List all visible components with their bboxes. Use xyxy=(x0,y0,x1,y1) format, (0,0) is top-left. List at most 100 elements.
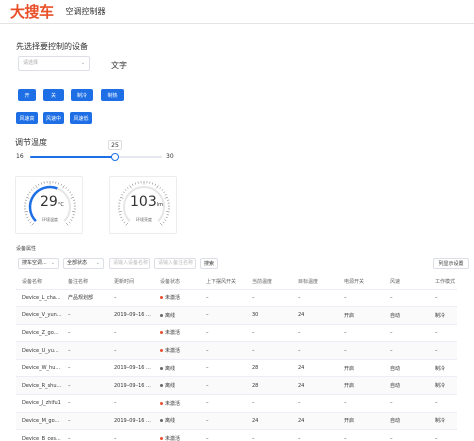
status-cell: 未激活 xyxy=(154,324,200,343)
status-text: 离线 xyxy=(165,365,176,372)
table-cell: – xyxy=(246,289,292,308)
wind-mid-button[interactable]: 风速中 xyxy=(43,112,64,124)
table-row[interactable]: Device_V_yun... –2019–09–16 ... 离线 –30 24 开启自… xyxy=(16,306,457,325)
column-header: 风速 xyxy=(384,275,429,290)
slider-min-label: 16 xyxy=(16,153,24,160)
gauge-tick xyxy=(58,182,60,185)
table-row[interactable]: Device_U_yu... – – 未激活 – – – – – – xyxy=(16,341,457,360)
table-cell: 制冷 xyxy=(429,376,457,396)
table-cell: – xyxy=(62,359,108,378)
status-cell: 未激活 xyxy=(154,394,200,413)
table-cell: Device_U_yu... xyxy=(16,341,62,360)
status-dot-icon xyxy=(160,401,163,405)
gauge-tick xyxy=(25,196,30,199)
gauge-tick xyxy=(31,222,35,226)
gauge-tick xyxy=(124,189,127,191)
device-name-input[interactable]: 请输入设备名称 xyxy=(109,258,150,269)
status-text: 未激活 xyxy=(165,330,181,337)
product-filter-select[interactable]: 搜车空调... ⌄ xyxy=(18,258,59,269)
table-cell: – xyxy=(338,394,384,413)
temperature-slider-title: 调节温度 xyxy=(15,138,47,147)
wind-low-button[interactable]: 风速低 xyxy=(70,112,92,124)
gauge-tick xyxy=(166,214,169,216)
temperature-gauge-label: 环境温度 xyxy=(42,217,58,222)
column-header: 设备名称 xyxy=(16,275,62,290)
table-cell: – xyxy=(62,341,108,360)
table-cell: – xyxy=(384,429,429,441)
table-cell: Device_V_yun... xyxy=(16,306,62,325)
table-cell: – xyxy=(62,376,108,396)
table-cell: – xyxy=(429,341,457,360)
gauge-tick xyxy=(40,182,42,185)
column-settings-button[interactable]: 列显示设置 xyxy=(433,258,469,269)
status-dot-icon xyxy=(160,331,163,335)
power-off-button[interactable]: 关 xyxy=(43,89,64,101)
gauge-tick xyxy=(152,182,154,185)
cool-mode-button[interactable]: 制冷 xyxy=(71,89,93,101)
search-button[interactable]: 搜索 xyxy=(200,258,218,269)
table-cell: 自动 xyxy=(384,359,429,378)
temperature-unit: °C xyxy=(57,202,64,208)
table-row[interactable]: Device_B_ces... – – 未激活 – – – – – – xyxy=(16,429,457,441)
table-cell: – xyxy=(62,394,108,413)
status-text: 离线 xyxy=(165,418,176,425)
brightness-gauge-value: 103lm xyxy=(130,194,163,210)
table-cell: – xyxy=(384,341,429,360)
column-header: 当前温度 xyxy=(246,275,292,290)
status-filter-value: 全部状态 xyxy=(67,260,88,266)
status-cell: 未激活 xyxy=(154,341,200,360)
table-cell: 2019–09–16 ... xyxy=(108,376,154,396)
heat-mode-button[interactable]: 制热 xyxy=(101,89,124,101)
device-select[interactable]: 请选择 ⌄ xyxy=(18,56,90,71)
table-row[interactable]: Device_J_zhifu1– – 未激活 – – – – – – xyxy=(16,394,457,413)
table-cell: – xyxy=(338,289,384,308)
column-header: 设备状态 xyxy=(154,275,200,290)
status-dot-icon xyxy=(160,419,163,423)
table-row[interactable]: Device_W_hu... –2019–09–16 ... 离线 –28 24 开启 自动… xyxy=(16,359,457,378)
table-cell: 30 xyxy=(246,306,292,325)
table-row[interactable]: Device_L_cha... 产品规划部 – 未激活 – – – – – – xyxy=(16,289,457,308)
table-row[interactable]: Device_R_shu... –2019–09–16 ... 离线 –28 24 开启自… xyxy=(16,376,457,396)
table-cell: – xyxy=(384,394,429,413)
device-props-title: 设备属性 xyxy=(16,246,37,252)
status-filter-select[interactable]: 全部状态 ⌄ xyxy=(63,258,104,269)
table-cell: – xyxy=(62,412,108,431)
gauge-tick xyxy=(25,214,28,216)
power-on-button[interactable]: 开 xyxy=(18,89,36,101)
table-cell: 制冷 xyxy=(429,359,457,378)
table-cell: – xyxy=(108,394,154,413)
table-row[interactable]: Device_Z_go... – – 未激活 – – – – – – xyxy=(16,324,457,343)
table-cell: – xyxy=(429,394,457,413)
table-cell: 制冷 xyxy=(429,412,457,431)
table-cell: – xyxy=(62,324,108,343)
gauge-tick xyxy=(72,211,76,213)
temperature-slider[interactable] xyxy=(30,153,162,161)
table-cell: Device_Z_go... xyxy=(16,324,62,343)
table-cell: – xyxy=(384,289,429,308)
table-cell: – xyxy=(200,306,246,325)
slider-fill xyxy=(30,156,115,158)
table-cell: 开启 xyxy=(338,306,384,325)
chevron-down-icon: ⌄ xyxy=(80,60,85,66)
remark-name-input[interactable]: 请输入备注名称 xyxy=(154,258,196,269)
table-header-row: 设备名称 备注名称 更新时间 设备状态 上下摆风开关 当前温度 目标温度 电源开关 风速 工作模式 xyxy=(16,275,457,290)
slider-handle[interactable] xyxy=(110,153,119,161)
wind-high-button[interactable]: 风速高 xyxy=(16,112,38,124)
brightness-unit: lm xyxy=(156,202,163,208)
gauge-tick xyxy=(35,185,38,189)
table-cell: – xyxy=(292,341,338,360)
chevron-down-icon: ⌄ xyxy=(95,260,100,266)
brand-logo: 大搜车 xyxy=(10,3,54,21)
slider-max-label: 30 xyxy=(166,153,174,160)
gauge-tick xyxy=(30,189,33,191)
gauge-tick xyxy=(121,194,124,196)
table-cell: 24 xyxy=(292,412,338,431)
gauge-tick xyxy=(126,187,129,189)
column-header: 工作模式 xyxy=(429,275,457,290)
table-cell: Device_B_ces... xyxy=(16,429,62,441)
table-row[interactable]: Device_M_go... –2019–09–16 ... 离线 –24 24 开启 自动… xyxy=(16,412,457,431)
gauge-tick xyxy=(134,182,136,185)
table-body: Device_L_cha... 产品规划部 – 未激活 – – – – – – Device_V_y… xyxy=(16,289,457,441)
status-dot-icon xyxy=(160,437,163,441)
gauge-tick xyxy=(164,196,169,199)
